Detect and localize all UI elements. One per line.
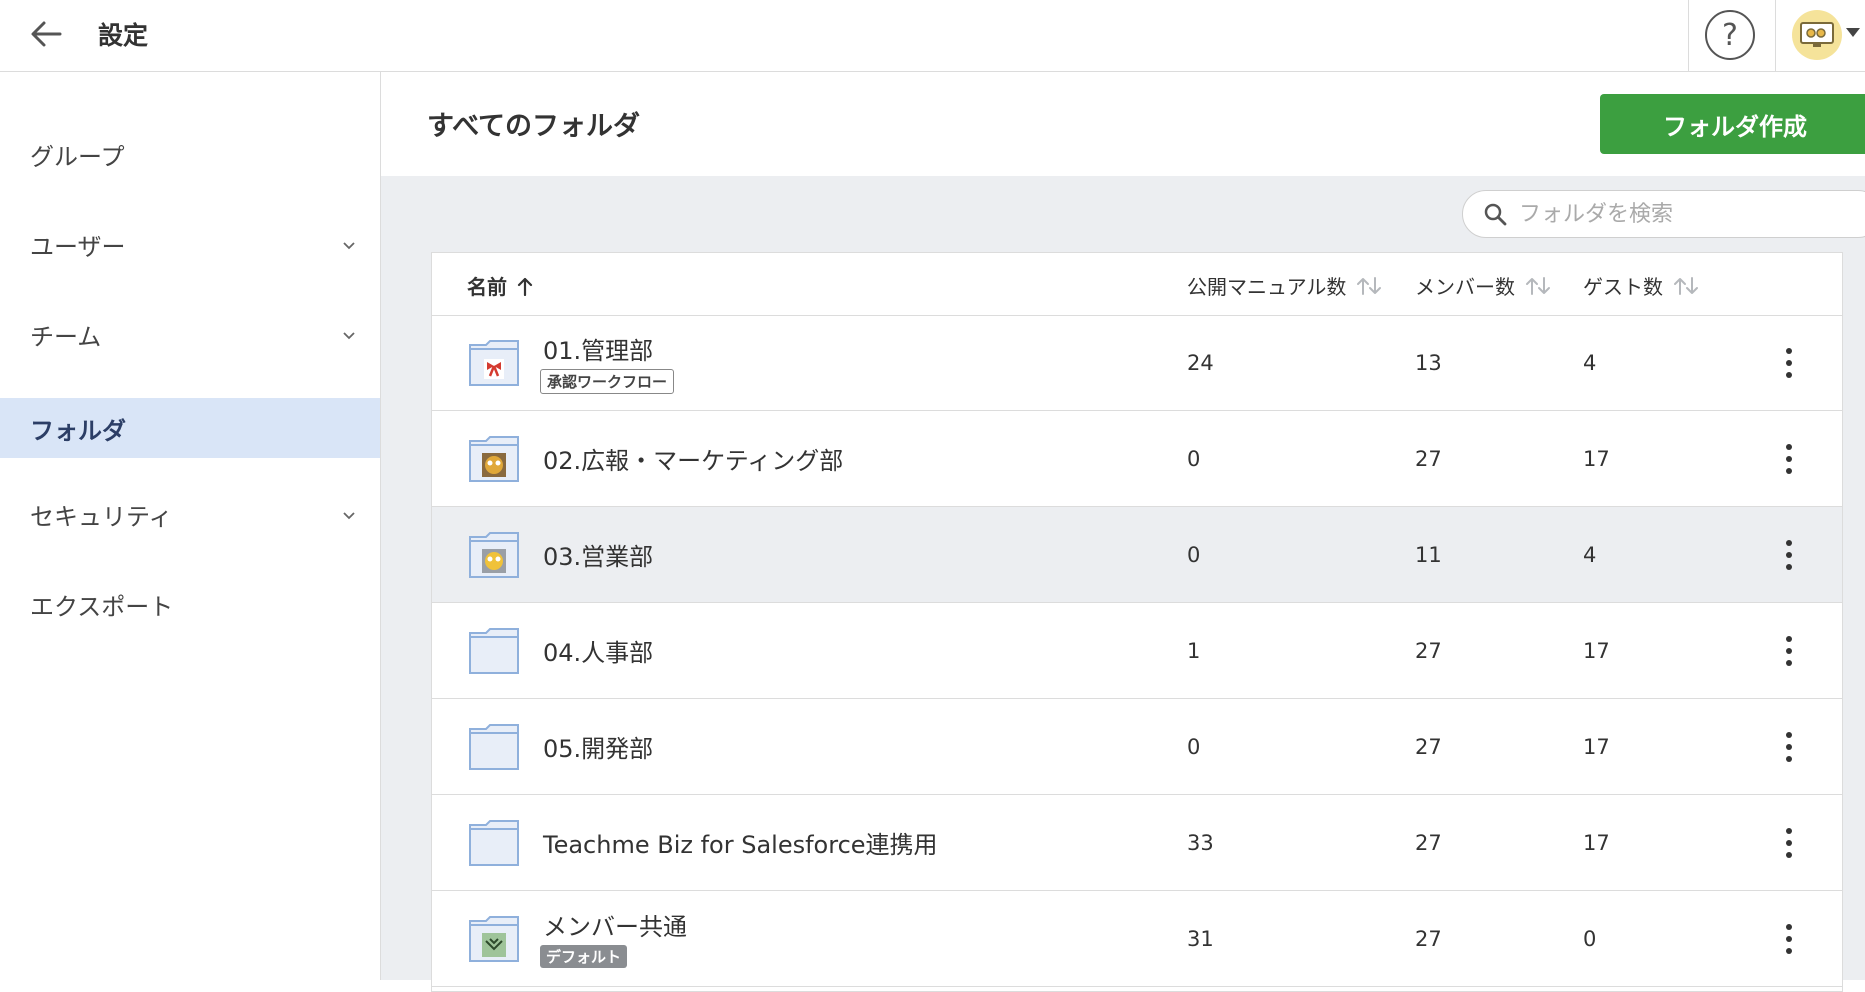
folder-icon: [469, 820, 519, 866]
folder-leaf-icon: [469, 916, 519, 962]
manual-count: 0: [1187, 735, 1201, 759]
folder-icon: [469, 724, 519, 770]
top-header: 設定 ?: [0, 0, 1865, 72]
search-icon: [1484, 203, 1507, 226]
table-row[interactable]: 04.人事部 1 27 17: [432, 603, 1842, 699]
sidebar-item-users[interactable]: ユーザー: [0, 214, 380, 274]
help-icon: ?: [1722, 17, 1738, 53]
member-count: 27: [1415, 639, 1442, 663]
chevron-down-icon: [343, 242, 355, 250]
sort-icon: [1357, 276, 1382, 295]
more-vertical-icon[interactable]: [1779, 823, 1799, 863]
header-divider: [1688, 0, 1689, 72]
workflow-badge: 承認ワークフロー: [540, 369, 675, 394]
folder-icon: [469, 628, 519, 674]
guest-count: 4: [1583, 543, 1597, 567]
sort-icon: [1674, 276, 1698, 295]
sidebar-item-label: グループ: [30, 142, 125, 171]
page-title: 設定: [98, 21, 149, 50]
sidebar-item-teams[interactable]: チーム: [0, 304, 380, 364]
column-header-label: メンバー数: [1415, 275, 1515, 299]
folder-ribbon-icon: [469, 340, 519, 386]
search-input[interactable]: [1517, 200, 1861, 228]
sidebar-item-label: ユーザー: [30, 232, 126, 261]
manual-count: 0: [1187, 447, 1201, 471]
folder-name: 02.広報・マーケティング部: [543, 447, 844, 475]
sidebar-item-label: エクスポート: [30, 592, 174, 621]
chevron-down-icon: [343, 332, 355, 340]
sidebar-item-label: セキュリティ: [30, 502, 173, 531]
column-header-label: 名前: [467, 275, 507, 299]
sidebar-item-security[interactable]: セキュリティ: [0, 484, 380, 544]
header-divider: [1775, 0, 1776, 72]
guest-count: 17: [1583, 831, 1610, 855]
guest-count: 0: [1583, 927, 1597, 951]
sidebar-item-label: フォルダ: [30, 416, 126, 445]
member-count: 27: [1415, 927, 1442, 951]
manual-count: 33: [1187, 831, 1214, 855]
create-folder-button[interactable]: フォルダ作成: [1600, 94, 1865, 154]
sidebar-item-export[interactable]: エクスポート: [0, 574, 380, 634]
arrow-left-icon: [31, 21, 62, 47]
guest-count: 17: [1583, 639, 1610, 663]
column-header-label: 公開マニュアル数: [1187, 275, 1347, 299]
column-header-label: ゲスト数: [1583, 275, 1663, 299]
section-title: すべてのフォルダ: [427, 111, 641, 142]
folder-owl-icon: [469, 436, 519, 482]
sidebar-item-label: チーム: [30, 322, 102, 351]
arrow-up-icon: [517, 277, 533, 296]
member-count: 11: [1415, 543, 1442, 567]
more-vertical-icon[interactable]: [1779, 727, 1799, 767]
sidebar: グループ ユーザー チーム フォルダ セキュリティ エクスポート: [0, 72, 381, 980]
folder-name: 04.人事部: [543, 639, 654, 667]
folder-name: 03.営業部: [543, 543, 654, 571]
column-header-manuals[interactable]: 公開マニュアル数: [1187, 271, 1382, 300]
more-vertical-icon[interactable]: [1779, 919, 1799, 959]
member-count: 27: [1415, 831, 1442, 855]
caret-down-icon[interactable]: [1846, 28, 1860, 37]
manual-count: 24: [1187, 351, 1214, 375]
folder-name: メンバー共通: [543, 913, 687, 941]
chevron-down-icon: [343, 512, 355, 520]
guest-count: 17: [1583, 735, 1610, 759]
more-vertical-icon[interactable]: [1779, 439, 1799, 479]
table-row[interactable]: 03.営業部 0 11 4: [432, 507, 1842, 603]
manual-count: 31: [1187, 927, 1214, 951]
default-badge: デフォルト: [540, 945, 628, 968]
folder-owl-icon: [469, 532, 519, 578]
main-header: すべてのフォルダ フォルダ作成: [381, 72, 1865, 176]
folder-name: Teachme Biz for Salesforce連携用: [543, 831, 938, 859]
member-count: 13: [1415, 351, 1442, 375]
table-row[interactable]: Teachme Biz for Salesforce連携用 33 27 17: [432, 795, 1842, 891]
owl-computer-icon: [1800, 22, 1834, 47]
column-header-members[interactable]: メンバー数: [1415, 271, 1551, 300]
help-button[interactable]: ?: [1705, 10, 1755, 60]
more-vertical-icon[interactable]: [1779, 535, 1799, 575]
back-button[interactable]: [26, 14, 66, 54]
sidebar-item-folders[interactable]: フォルダ: [0, 398, 380, 458]
guest-count: 4: [1583, 351, 1597, 375]
table-row[interactable]: 05.開発部 0 27 17: [432, 699, 1842, 795]
member-count: 27: [1415, 735, 1442, 759]
table-header: 名前 公開マニュアル数 メンバー数 ゲスト数: [432, 253, 1842, 316]
search-box[interactable]: [1462, 190, 1865, 238]
member-count: 27: [1415, 447, 1442, 471]
sidebar-item-group[interactable]: グループ: [0, 124, 380, 184]
more-vertical-icon[interactable]: [1779, 631, 1799, 671]
column-header-name[interactable]: 名前: [467, 271, 533, 300]
column-header-guests[interactable]: ゲスト数: [1583, 271, 1699, 300]
avatar[interactable]: [1792, 10, 1842, 60]
guest-count: 17: [1583, 447, 1610, 471]
manual-count: 0: [1187, 543, 1201, 567]
folder-name: 05.開発部: [543, 735, 654, 763]
more-vertical-icon[interactable]: [1779, 343, 1799, 383]
folder-name: 01.管理部: [543, 337, 654, 365]
folder-table: 名前 公開マニュアル数 メンバー数 ゲスト数 01.管理部 承認ワークフロー 2…: [431, 252, 1843, 992]
table-row[interactable]: 02.広報・マーケティング部 0 27 17: [432, 411, 1842, 507]
table-row[interactable]: メンバー共通 デフォルト 31 27 0: [432, 891, 1842, 987]
table-row[interactable]: 01.管理部 承認ワークフロー 24 13 4: [432, 315, 1842, 411]
manual-count: 1: [1187, 639, 1201, 663]
sort-icon: [1526, 276, 1550, 295]
main-content: 名前 公開マニュアル数 メンバー数 ゲスト数: [381, 176, 1865, 992]
